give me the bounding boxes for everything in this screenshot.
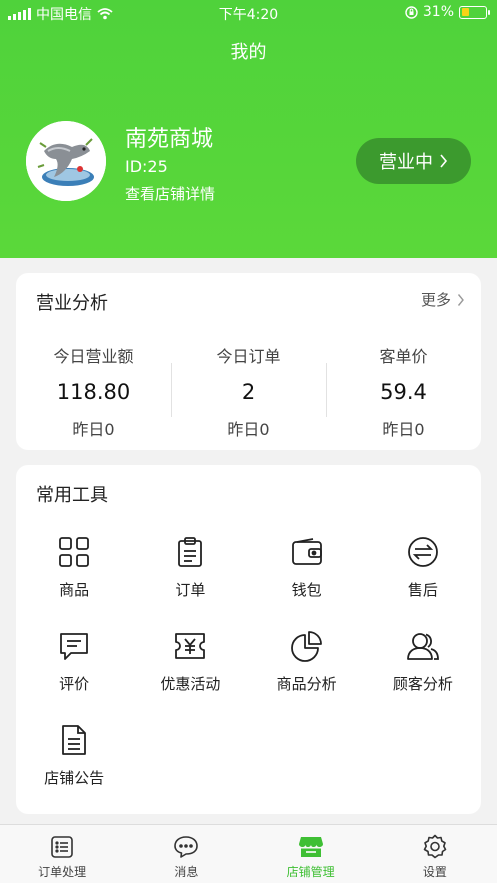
shop-detail-link[interactable]: 查看店铺详情 bbox=[125, 183, 215, 204]
tab-label: 消息 bbox=[174, 865, 199, 879]
tool-label: 店铺公告 bbox=[44, 769, 105, 787]
exchange-icon bbox=[406, 535, 440, 569]
tool-after-sales[interactable]: 售后 bbox=[365, 535, 481, 609]
analysis-more-link[interactable]: 更多 bbox=[421, 289, 465, 310]
comment-icon bbox=[57, 629, 91, 663]
stat-value: 118.80 bbox=[56, 380, 131, 404]
business-status-label: 营业中 bbox=[379, 152, 433, 173]
document-icon bbox=[57, 723, 91, 757]
order-list-icon bbox=[48, 833, 76, 861]
tab-label: 店铺管理 bbox=[286, 865, 335, 879]
message-icon bbox=[172, 833, 200, 861]
tool-label: 售后 bbox=[407, 581, 438, 599]
shop-id: ID:25 bbox=[125, 157, 168, 176]
tool-label: 钱包 bbox=[291, 581, 322, 599]
users-icon bbox=[406, 629, 440, 663]
stat-label: 客单价 bbox=[379, 347, 428, 366]
tool-reviews[interactable]: 评价 bbox=[16, 629, 132, 703]
shop-avatar[interactable] bbox=[26, 121, 106, 201]
business-status-button[interactable]: 营业中 bbox=[356, 138, 471, 184]
status-bar: 中国电信 下午4:20 31% bbox=[0, 0, 497, 26]
stat-today-orders[interactable]: 今日订单 2 昨日0 bbox=[171, 339, 326, 439]
tool-label: 商品 bbox=[59, 581, 90, 599]
tool-orders[interactable]: 订单 bbox=[132, 535, 248, 609]
wallet-icon bbox=[290, 535, 324, 569]
stat-avg-order-value[interactable]: 客单价 59.4 昨日0 bbox=[326, 339, 481, 439]
tool-products[interactable]: 商品 bbox=[16, 535, 132, 609]
shop-name: 南苑商城 bbox=[125, 127, 214, 152]
tab-messages[interactable]: 消息 bbox=[124, 825, 248, 883]
tab-label: 设置 bbox=[422, 865, 447, 879]
stat-value: 59.4 bbox=[380, 380, 427, 404]
tool-label: 订单 bbox=[175, 581, 206, 599]
bottom-tab-bar: 订单处理 消息 店铺管理 设置 bbox=[0, 824, 497, 883]
profile-header: 中国电信 下午4:20 31% 我的 南苑商城 ID:25 查看店铺详情 营业中 bbox=[0, 0, 497, 258]
gear-icon bbox=[421, 833, 449, 861]
tool-label: 商品分析 bbox=[276, 675, 337, 693]
stat-value: 2 bbox=[241, 380, 256, 404]
stat-label: 今日订单 bbox=[216, 347, 281, 366]
tool-label: 顾客分析 bbox=[392, 675, 453, 693]
tab-label: 订单处理 bbox=[38, 865, 87, 879]
analysis-title: 营业分析 bbox=[36, 293, 108, 314]
tab-settings[interactable]: 设置 bbox=[373, 825, 497, 883]
stat-yesterday: 昨日0 bbox=[72, 420, 115, 439]
stat-today-revenue[interactable]: 今日营业额 118.80 昨日0 bbox=[16, 339, 171, 439]
business-analysis-card: 营业分析 更多 今日营业额 118.80 昨日0 今日订单 2 昨日0 客单价 … bbox=[16, 273, 481, 450]
stat-label: 今日营业额 bbox=[53, 347, 134, 366]
battery-percent: 31% bbox=[422, 4, 454, 20]
more-label: 更多 bbox=[420, 291, 451, 309]
chevron-right-icon bbox=[457, 293, 464, 306]
battery-icon bbox=[459, 5, 490, 19]
stat-yesterday: 昨日0 bbox=[227, 420, 270, 439]
common-tools-card: 常用工具 商品 订单 钱包 售后 评价 优惠活动 商品分析 顾客分析 店铺公告 bbox=[16, 465, 481, 814]
tool-wallet[interactable]: 钱包 bbox=[249, 535, 365, 609]
tool-product-analysis[interactable]: 商品分析 bbox=[249, 629, 365, 703]
clipboard-icon bbox=[173, 535, 207, 569]
tools-title: 常用工具 bbox=[36, 485, 108, 506]
tool-label: 优惠活动 bbox=[160, 675, 221, 693]
page-title: 我的 bbox=[230, 42, 267, 63]
grid-icon bbox=[57, 535, 91, 569]
orientation-lock-icon bbox=[405, 5, 418, 19]
tab-store-management[interactable]: 店铺管理 bbox=[249, 825, 373, 883]
tool-promotions[interactable]: 优惠活动 bbox=[132, 629, 248, 703]
store-icon bbox=[297, 833, 325, 861]
tool-announcement[interactable]: 店铺公告 bbox=[16, 723, 132, 797]
coupon-icon bbox=[173, 629, 207, 663]
tool-customer-analysis[interactable]: 顾客分析 bbox=[365, 629, 481, 703]
chevron-right-icon bbox=[440, 154, 448, 168]
pie-chart-icon bbox=[290, 629, 324, 663]
stat-yesterday: 昨日0 bbox=[382, 420, 425, 439]
tool-label: 评价 bbox=[59, 675, 90, 693]
tab-order-processing[interactable]: 订单处理 bbox=[0, 825, 124, 883]
